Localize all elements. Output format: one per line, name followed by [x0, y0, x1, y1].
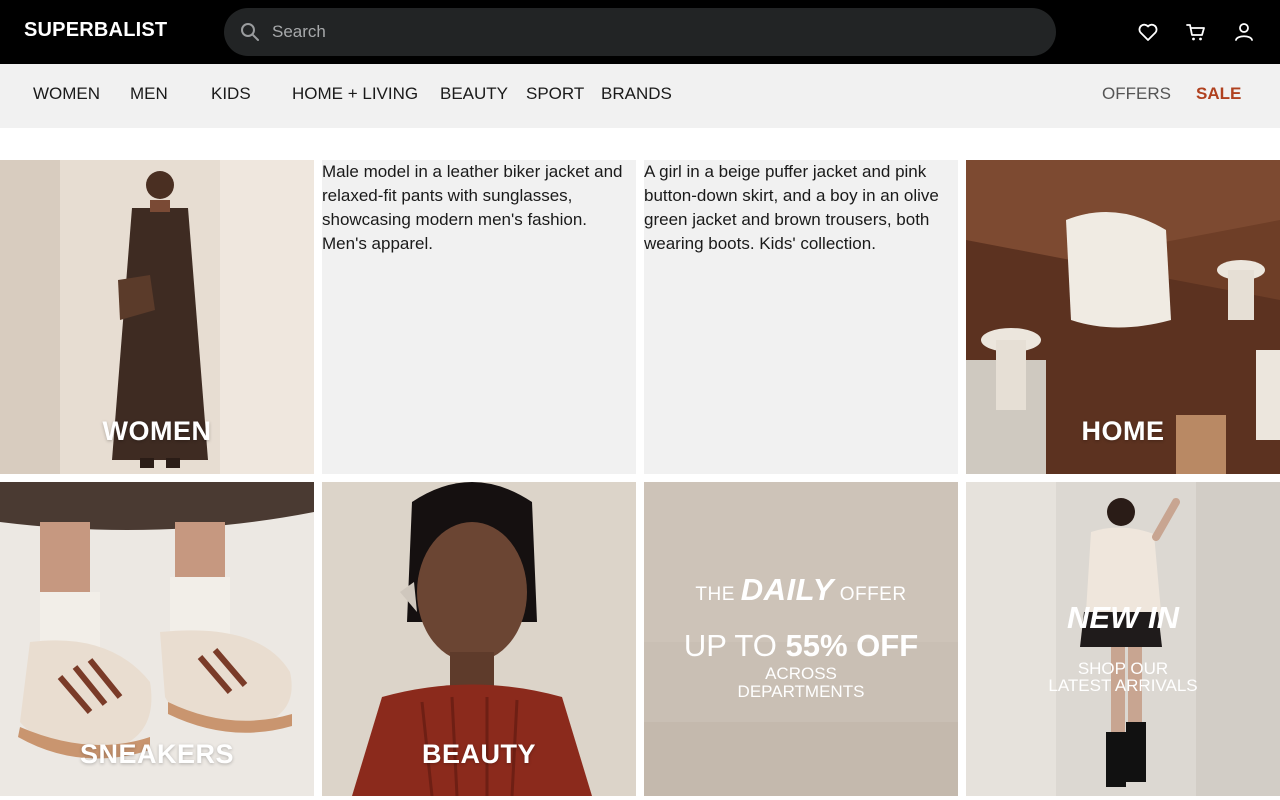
- tile-kids[interactable]: A girl in a beige puffer jacket and pink…: [644, 160, 958, 474]
- site-logo[interactable]: SUPERBALIST: [24, 19, 167, 42]
- men-image-alt-text: Male model in a leather biker jacket and…: [322, 162, 623, 253]
- nav-item-sport[interactable]: SPORT: [526, 84, 584, 104]
- search-bar[interactable]: [224, 8, 1056, 56]
- daily-offer-daily-word: DAILY: [740, 572, 834, 607]
- tile-women[interactable]: WOMEN: [0, 160, 314, 474]
- user-icon[interactable]: [1232, 20, 1256, 44]
- new-in-subtext: SHOP OUR LATEST ARRIVALS: [1048, 659, 1198, 695]
- nav-item-brands[interactable]: BRANDS: [601, 84, 672, 104]
- tile-new-in[interactable]: NEW IN SHOP OUR LATEST ARRIVALS: [966, 482, 1280, 796]
- tile-home[interactable]: HOME: [966, 160, 1280, 474]
- top-header: SUPERBALIST: [0, 0, 1280, 64]
- tile-sneakers[interactable]: SNEAKERS: [0, 482, 314, 796]
- new-in-title: NEW IN: [1067, 600, 1179, 635]
- daily-offer-subtext: ACROSS DEPARTMENTS: [737, 664, 865, 701]
- tile-beauty[interactable]: BEAUTY: [322, 482, 636, 796]
- daily-offer-discount: UP TO 55% OFF: [683, 628, 919, 663]
- nav-item-offers[interactable]: OFFERS: [1102, 84, 1171, 104]
- category-nav: WOMEN MEN KIDS HOME + LIVING BEAUTY SPOR…: [0, 64, 1280, 128]
- search-icon: [241, 23, 259, 41]
- search-input[interactable]: [272, 8, 1032, 56]
- nav-item-sale[interactable]: SALE: [1196, 84, 1241, 104]
- tile-women-label: WOMEN: [102, 416, 212, 446]
- nav-item-women[interactable]: WOMEN: [33, 84, 100, 104]
- nav-item-kids[interactable]: KIDS: [211, 84, 251, 104]
- new-in-image: [966, 482, 1280, 796]
- nav-item-home-living[interactable]: HOME + LIVING: [292, 84, 418, 104]
- kids-image-alt-text: A girl in a beige puffer jacket and pink…: [644, 162, 939, 253]
- tile-daily-offer[interactable]: THE DAILY OFFER UP TO 55% OFF ACROSS DEP…: [644, 482, 958, 796]
- tile-home-label: HOME: [1081, 416, 1165, 446]
- cart-icon[interactable]: [1184, 20, 1208, 44]
- daily-offer-heading: THE DAILY OFFER: [695, 572, 907, 607]
- tile-sneakers-label: SNEAKERS: [79, 739, 235, 769]
- nav-item-beauty[interactable]: BEAUTY: [440, 84, 508, 104]
- tile-men[interactable]: Male model in a leather biker jacket and…: [322, 160, 636, 474]
- heart-icon[interactable]: [1136, 20, 1160, 44]
- tile-beauty-label: BEAUTY: [421, 739, 536, 769]
- nav-item-men[interactable]: MEN: [130, 84, 168, 104]
